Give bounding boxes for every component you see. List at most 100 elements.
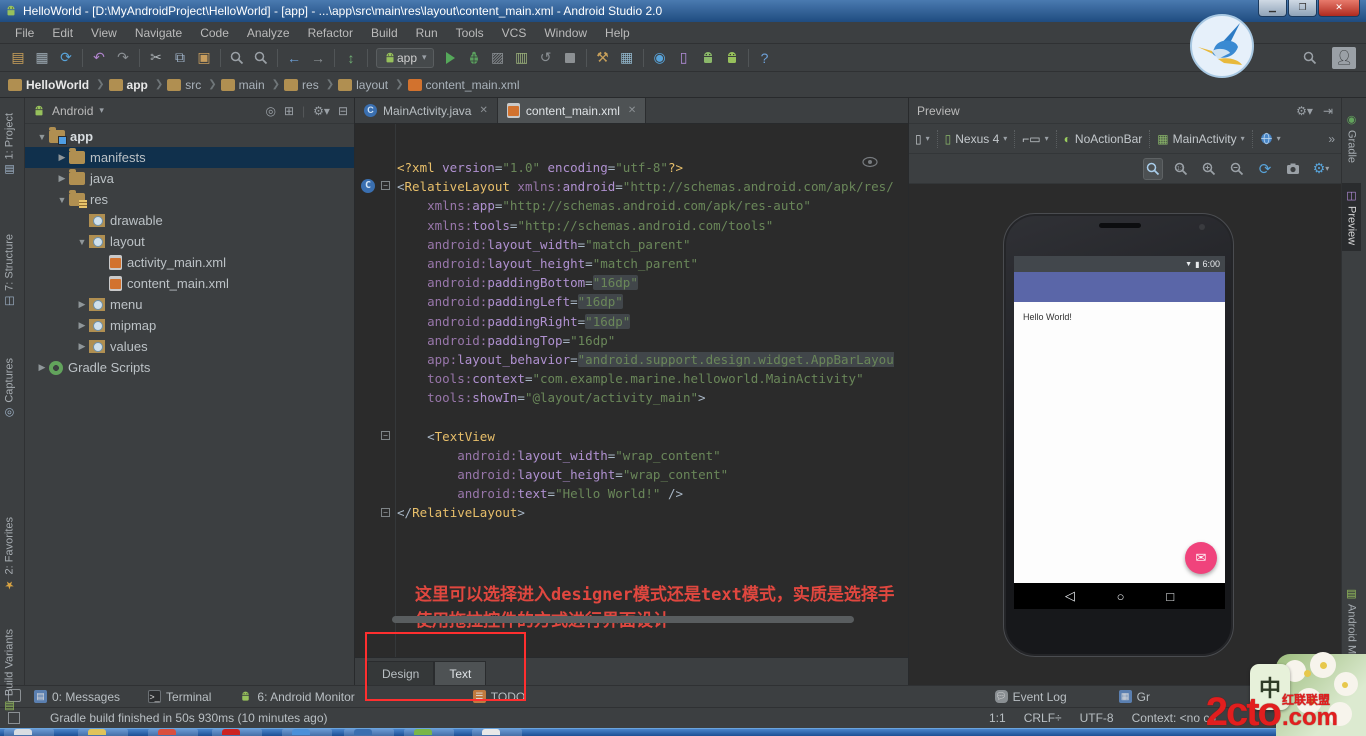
file-encoding[interactable]: UTF-8 [1080, 711, 1114, 725]
user-icon[interactable]: 👤︎ [1332, 47, 1356, 69]
code-editor[interactable]: <?xml version="1.0" encoding="utf-8"?><R… [355, 124, 894, 657]
windows-taskbar[interactable] [0, 728, 1366, 736]
chevron-right-icon[interactable]: ▶ [35, 362, 49, 373]
chevron-right-icon[interactable]: ▶ [55, 152, 69, 163]
tree-item-drawable[interactable]: drawable [25, 210, 354, 231]
paste-icon[interactable]: ▣ [192, 47, 216, 69]
close-tab-icon[interactable]: ✕ [628, 105, 636, 116]
droid-icon[interactable] [720, 47, 744, 69]
chevron-right-icon[interactable]: ▶ [75, 341, 89, 352]
orientation-dropdown[interactable]: ⌐▭▾ [1022, 132, 1048, 146]
project-view-header[interactable]: Android ▾ ◎ ⊞ | ⚙▾ ⊟ [25, 98, 354, 124]
gear-icon[interactable]: ⚙▾ [313, 104, 330, 118]
maximize-button[interactable]: ❐ [1288, 0, 1317, 17]
locate-file-icon[interactable]: ◎ [265, 104, 275, 118]
phone2-icon[interactable]: ▯ [672, 47, 696, 69]
tool-button----structure[interactable]: ◫7: Structure [0, 228, 19, 314]
tree-item-mipmap[interactable]: ▶mipmap [25, 315, 354, 336]
menu-item-run[interactable]: Run [407, 24, 447, 42]
menu-item-edit[interactable]: Edit [43, 24, 82, 42]
chevron-down-icon[interactable]: ▼ [75, 237, 89, 247]
zoom-to-fit-icon[interactable] [1143, 158, 1163, 180]
search-everywhere-icon[interactable] [1298, 47, 1322, 69]
breadcrumb-item-res[interactable]: res [284, 78, 319, 92]
chevron-down-icon[interactable]: ▼ [55, 195, 69, 205]
tree-item-manifests[interactable]: ▶manifests [25, 147, 354, 168]
fold-marker-icon[interactable]: − [381, 431, 390, 440]
close-tab-icon[interactable]: ✕ [479, 105, 487, 116]
back-icon[interactable]: ← [282, 47, 306, 69]
project-view-selector[interactable]: Android [52, 104, 93, 118]
tool-button-gradle[interactable]: ◉Gradle [1342, 107, 1361, 169]
copy-icon[interactable]: ⧉ [168, 47, 192, 69]
tool-window-button-event-log[interactable]: 💬︎Event Log [995, 690, 1067, 704]
menu-item-analyze[interactable]: Analyze [238, 24, 299, 42]
tree-item-java[interactable]: ▶java [25, 168, 354, 189]
menu-item-navigate[interactable]: Navigate [126, 24, 191, 42]
wrench-icon[interactable]: ⚒ [591, 47, 615, 69]
tree-item-content_main.xml[interactable]: content_main.xml [25, 273, 354, 294]
gear-icon[interactable]: ⚙▾ [1296, 104, 1313, 118]
tool-window-button-0--messages[interactable]: ▤0: Messages [34, 690, 120, 704]
menu-item-help[interactable]: Help [596, 24, 639, 42]
chevron-right-icon[interactable]: ▶ [55, 173, 69, 184]
cov-icon[interactable]: ▨ [486, 47, 510, 69]
tree-item-menu[interactable]: ▶menu [25, 294, 354, 315]
zoom-actual-icon[interactable]: 1:1 [1171, 158, 1191, 180]
taskbar-app-icon[interactable] [88, 729, 106, 735]
fold-marker-icon[interactable]: − [381, 508, 390, 517]
chevron-right-icon[interactable]: ▶ [75, 320, 89, 331]
tree-item-app[interactable]: ▼app [25, 126, 354, 147]
menu-item-build[interactable]: Build [362, 24, 407, 42]
line-separator[interactable]: CRLF÷ [1024, 711, 1062, 725]
save-icon[interactable]: ▦ [30, 47, 54, 69]
tree-item-activity_main.xml[interactable]: activity_main.xml [25, 252, 354, 273]
tool-button----project[interactable]: ▤1: Project [0, 107, 19, 182]
play-icon[interactable] [438, 47, 462, 69]
tool-button-captures[interactable]: ◎Captures [0, 352, 19, 426]
breadcrumb-item-app[interactable]: app [109, 78, 148, 92]
breadcrumb-item-HelloWorld[interactable]: HelloWorld [8, 78, 89, 92]
gc-icon[interactable]: ↺ [534, 47, 558, 69]
device-dropdown[interactable]: ▯Nexus 4▾ [945, 132, 1008, 146]
pin-panel-icon[interactable]: ⇥ [1323, 104, 1333, 118]
open-icon[interactable]: ▤ [6, 47, 30, 69]
bug-icon[interactable] [462, 47, 486, 69]
chevron-down-icon[interactable]: ▼ [35, 132, 49, 142]
taskbar-app-icon[interactable] [414, 729, 432, 735]
taskbar-app-icon[interactable] [482, 729, 500, 735]
editor-tab-mainactivity.java[interactable]: CMainActivity.java✕ [355, 98, 498, 123]
tool-window-button-gr[interactable]: ▦Gr [1119, 690, 1150, 704]
tool-button----favorites[interactable]: ★2: Favorites [0, 511, 19, 597]
undo-icon[interactable]: ↶ [87, 47, 111, 69]
menu-item-refactor[interactable]: Refactor [299, 24, 362, 42]
taskbar-app-icon[interactable] [158, 729, 176, 735]
device-config-dropdown[interactable]: ▯▾ [915, 132, 930, 146]
menu-item-view[interactable]: View [82, 24, 126, 42]
close-button[interactable]: ✕ [1318, 0, 1360, 17]
sort-icon[interactable]: ↕ [339, 47, 363, 69]
attach-icon[interactable]: ▥ [510, 47, 534, 69]
menu-item-code[interactable]: Code [191, 24, 238, 42]
horizontal-scrollbar[interactable] [392, 616, 854, 623]
tool-button-preview[interactable]: ◫Preview [1342, 183, 1361, 251]
taskbar-app-icon[interactable] [222, 729, 240, 735]
tree-item-gradle-scripts[interactable]: ▶Gradle Scripts [25, 357, 354, 378]
tool-button-build-variants[interactable]: ▤Build Variants [0, 623, 19, 719]
zoom-out-icon[interactable] [1227, 158, 1247, 180]
breadcrumb-item-layout[interactable]: layout [338, 78, 388, 92]
pin-icon[interactable]: ◉ [648, 47, 672, 69]
stop-icon[interactable] [558, 47, 582, 69]
menu-item-tools[interactable]: Tools [447, 24, 493, 42]
taskbar-app-icon[interactable] [354, 729, 372, 735]
tree-item-layout[interactable]: ▼layout [25, 231, 354, 252]
split-view-icon[interactable]: ⊞ [284, 104, 294, 118]
tree-item-res[interactable]: ▼res [25, 189, 354, 210]
editor-tab-content_main.xml[interactable]: content_main.xml✕ [498, 98, 646, 123]
overflow-chevrons-icon[interactable]: » [1328, 132, 1335, 146]
zoom-in-icon[interactable] [1199, 158, 1219, 180]
findr-icon[interactable] [249, 47, 273, 69]
related-class-gutter-icon[interactable]: C [361, 179, 375, 193]
taskbar-app-icon[interactable] [292, 729, 310, 735]
help-icon[interactable]: ? [753, 47, 777, 69]
